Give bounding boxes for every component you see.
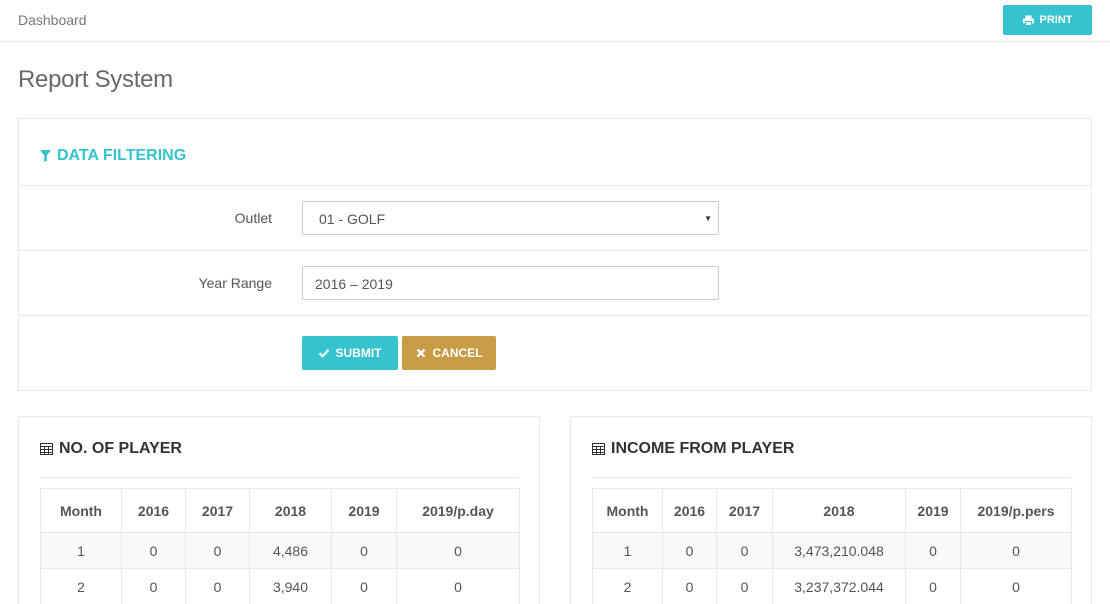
outlet-row: Outlet 01 - GOLF ▼	[19, 186, 1091, 251]
table-cell: 3,940	[249, 568, 332, 604]
cancel-button[interactable]: CANCEL	[402, 336, 496, 370]
chevron-down-icon: ▼	[704, 214, 712, 223]
table-header-row: Month 2016 2017 2018 2019 2019/p.day	[40, 488, 520, 533]
players-panel-title-text: NO. OF PLAYER	[59, 440, 182, 457]
column-header: Month	[40, 488, 122, 533]
submit-label: SUBMIT	[335, 346, 382, 360]
table-cell: 0	[716, 532, 773, 569]
check-icon	[318, 349, 329, 358]
table-cell: 3,237,372.044	[772, 568, 906, 604]
column-header: 2017	[185, 488, 250, 533]
submit-button[interactable]: SUBMIT	[302, 336, 398, 370]
table-cell: 0	[396, 532, 520, 569]
table-cell: 2	[592, 568, 663, 604]
outlet-label: Outlet	[234, 210, 272, 226]
table-row: 2 0 0 3,237,372.044 0 0	[592, 568, 1072, 604]
income-panel-title: INCOME FROM PLAYER	[592, 440, 794, 458]
column-header: 2018	[249, 488, 332, 533]
column-header: Month	[592, 488, 663, 533]
column-header: 2019/p.day	[396, 488, 520, 533]
year-range-input[interactable]: 2016 – 2019	[302, 266, 719, 300]
players-panel: NO. OF PLAYER Month 2016 2017 2018 2019 …	[18, 416, 540, 604]
outlet-select[interactable]: 01 - GOLF ▼	[302, 201, 719, 235]
print-label: PRINT	[1039, 14, 1073, 26]
cancel-label: CANCEL	[432, 346, 483, 360]
close-icon	[416, 348, 425, 358]
column-header: 2016	[121, 488, 186, 533]
table-cell: 0	[121, 568, 186, 604]
table-cell: 0	[185, 568, 250, 604]
table-header-row: Month 2016 2017 2018 2019 2019/p.pers	[592, 488, 1072, 533]
table-cell: 1	[40, 532, 122, 569]
filter-icon	[40, 150, 51, 162]
breadcrumb[interactable]: Dashboard	[18, 12, 87, 28]
column-header: 2019/p.pers	[960, 488, 1072, 533]
table-cell: 0	[716, 568, 773, 604]
print-button[interactable]: PRINT	[1003, 5, 1092, 35]
table-row: 1 0 0 4,486 0 0	[40, 532, 520, 569]
table-cell: 0	[662, 568, 717, 604]
players-table: Month 2016 2017 2018 2019 2019/p.day 1 0…	[40, 488, 520, 604]
table-cell: 0	[121, 532, 186, 569]
table-icon	[592, 443, 605, 455]
players-divider	[40, 477, 519, 478]
page-title: Report System	[18, 66, 173, 93]
table-cell: 0	[331, 532, 397, 569]
income-divider	[592, 477, 1071, 478]
table-cell: 0	[960, 532, 1072, 569]
filter-header: DATA FILTERING	[19, 119, 1091, 186]
data-filtering-panel: DATA FILTERING Outlet 01 - GOLF ▼ Year R…	[18, 118, 1092, 391]
income-panel: INCOME FROM PLAYER Month 2016 2017 2018 …	[570, 416, 1092, 604]
print-icon	[1022, 15, 1034, 26]
table-cell: 0	[905, 568, 961, 604]
column-header: 2019	[905, 488, 961, 533]
year-range-row: Year Range 2016 – 2019	[19, 251, 1091, 316]
table-cell: 4,486	[249, 532, 332, 569]
top-bar: Dashboard PRINT	[0, 0, 1110, 42]
column-header: 2018	[772, 488, 906, 533]
year-range-label: Year Range	[198, 275, 272, 291]
table-cell: 0	[662, 532, 717, 569]
table-cell: 2	[40, 568, 122, 604]
table-cell: 3,473,210.048	[772, 532, 906, 569]
table-cell: 1	[592, 532, 663, 569]
table-cell: 0	[331, 568, 397, 604]
filter-title: DATA FILTERING	[40, 147, 186, 165]
column-header: 2017	[716, 488, 773, 533]
table-cell: 0	[396, 568, 520, 604]
filter-actions-row: SUBMIT CANCEL	[19, 316, 1091, 391]
table-row: 1 0 0 3,473,210.048 0 0	[592, 532, 1072, 569]
filter-title-text: DATA FILTERING	[57, 147, 187, 164]
table-cell: 0	[185, 532, 250, 569]
column-header: 2019	[331, 488, 397, 533]
column-header: 2016	[662, 488, 717, 533]
players-panel-title: NO. OF PLAYER	[40, 440, 182, 458]
table-cell: 0	[960, 568, 1072, 604]
income-table: Month 2016 2017 2018 2019 2019/p.pers 1 …	[592, 488, 1072, 604]
outlet-select-value: 01 - GOLF	[319, 211, 386, 227]
table-cell: 0	[905, 532, 961, 569]
table-icon	[40, 443, 53, 455]
income-panel-title-text: INCOME FROM PLAYER	[611, 440, 795, 457]
table-row: 2 0 0 3,940 0 0	[40, 568, 520, 604]
